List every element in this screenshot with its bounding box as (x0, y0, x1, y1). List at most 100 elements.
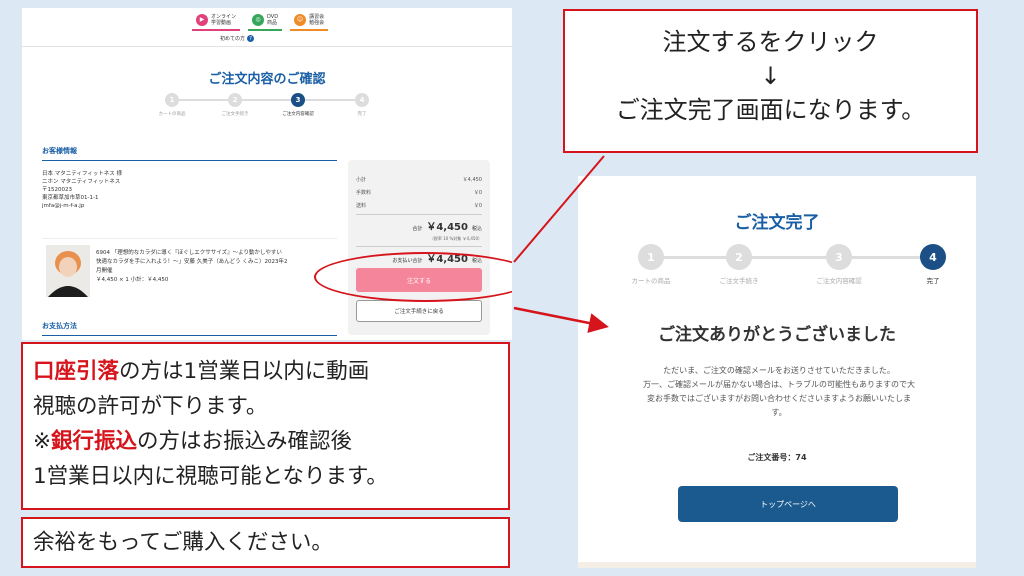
callout-line: ※銀行振込の方はお振込み確認後 (33, 424, 500, 459)
step-number: 2 (228, 93, 242, 107)
progress-track (646, 256, 936, 259)
down-arrow-glyph: ↓ (760, 62, 781, 90)
callout-text: の方は1営業日以内に動画 (119, 359, 370, 384)
nav-online-videos[interactable]: ▶ オンライン 学習動画 (192, 12, 241, 31)
message-line: す。 (771, 408, 787, 417)
highlight-ellipse (314, 252, 512, 302)
fee-value: ￥0 (473, 190, 482, 196)
total-label: 合計 (412, 226, 423, 232)
step-number: 3 (826, 244, 852, 270)
step-label: ご注文手続き (221, 112, 249, 117)
divider (356, 246, 482, 247)
message-line: ただいま、ご注文の確認メールをお送りさせていただきました。 (663, 366, 895, 375)
callout-line: 視聴の許可が下ります。 (33, 394, 268, 419)
order-complete-panel: ご注文完了 1 カートの商品 2 ご注文手続き 3 ご注文内容確認 4 完了 ご注文あり… (578, 176, 976, 568)
divider (22, 46, 512, 47)
page-title: ご注文完了 (734, 213, 820, 233)
customer-kana: ニホン マタニティフィットネス (42, 179, 121, 185)
nav-seminar[interactable]: ☺ 講習会 勉強会 (290, 12, 329, 31)
confirmation-message: ただいま、ご注文の確認メールをお送りさせていただきました。 万一、ご確認メールが… (606, 364, 952, 420)
step-number: 4 (920, 244, 946, 270)
step-label: カートの商品 (158, 112, 186, 117)
nav-label: 学習動画 (211, 20, 232, 26)
order-summary: 小計 ￥4,450 手数料 ￥0 送料 ￥0 合計 ￥4,450 税込 （税率 10 %対… (348, 160, 490, 335)
shipping-value: ￥0 (473, 203, 482, 209)
shipping-label: 送料 (356, 203, 367, 209)
step-number: 3 (291, 93, 305, 107)
step-label: カートの商品 (631, 277, 671, 285)
customer-address: 東京都草加市草01-1-1 (42, 195, 99, 201)
customer-section-title: お客様情報 (42, 146, 337, 161)
divider (356, 214, 482, 215)
product-item: 6904 「理想的なカラダに導く『ほぐしエクササイズ』～より動かしやすい 快適な… (42, 238, 337, 300)
order-number: ご注文番号：74 (747, 453, 807, 462)
tax-in-label: 税込 (471, 226, 482, 232)
callout-buy-early: 余裕をもってご購入ください。 (21, 517, 510, 568)
step-complete: 4 完了 (332, 93, 392, 117)
question-icon: ? (247, 35, 255, 42)
fee-row: 手数料 ￥0 (356, 189, 482, 196)
highlight-bank-transfer: 銀行振込 (51, 429, 138, 454)
product-line: 快適なカラダを手に入れよう！～」安藤 久美子（あんどう くみこ）2023年2 (96, 259, 288, 265)
top-nav: ▶ オンライン 学習動画 ◎ DVD 商品 ☺ 講習会 勉強会 (192, 12, 329, 31)
step-number: 1 (165, 93, 179, 107)
step-label: 完了 (926, 277, 940, 285)
step-confirm: 3 ご注文内容確認 (268, 93, 328, 117)
customer-email: jmfa@j-m-f-a.jp (42, 203, 85, 209)
customer-info: 日本 マタニティフィットネス 様 ニホン マタニティフィットネス 〒152002… (42, 170, 122, 210)
callout-text: の方はお振込み確認後 (137, 429, 353, 454)
message-line: 万一、ご確認メールが届かない場合は、トラブルの可能性もありますので大 (643, 380, 915, 389)
product-description: 6904 「理想的なカラダに導く『ほぐしエクササイズ』～より動かしやすい 快適な… (96, 249, 336, 285)
callout-click-order: 注文するをクリック ↓ ご注文完了画面になります。 (563, 9, 978, 153)
step-label: 完了 (357, 112, 367, 117)
message-line: 変お手数ではございますがお問い合わせくださいますようお願いいたしま (647, 394, 911, 403)
step-number: 1 (638, 244, 664, 270)
tax-note: （税率 10 %対象 ￥4,450） (429, 236, 482, 241)
step-label: ご注文内容確認 (816, 277, 862, 285)
total-row: 合計 ￥4,450 税込 (412, 218, 482, 233)
people-icon: ☺ (294, 14, 307, 26)
step-label: ご注文内容確認 (282, 112, 314, 117)
disc-icon: ◎ (252, 14, 265, 26)
callout-payment-timing: 口座引落の方は1営業日以内に動画 視聴の許可が下ります。 ※銀行振込の方はお振込… (21, 342, 510, 510)
nav-label: 商品 (267, 20, 278, 26)
payment-section-title: お支払方法 (42, 321, 337, 336)
product-price: ￥4,450 × 1 小計：￥4,450 (96, 277, 169, 283)
step-number: 4 (355, 93, 369, 107)
callout-line: 口座引落の方は1営業日以内に動画 (33, 354, 500, 389)
product-thumbnail (46, 245, 90, 297)
step-procedure: 2 ご注文手続き (205, 93, 265, 117)
progress-steps: 1 カートの商品 2 ご注文手続き 3 ご注文内容確認 4 完了 (142, 93, 392, 133)
fee-label: 手数料 (356, 190, 372, 196)
top-page-button[interactable]: トップページへ (678, 486, 898, 522)
subtotal-label: 小計 (356, 177, 367, 183)
step-complete: 4 完了 (898, 244, 968, 285)
product-line: 6904 「理想的なカラダに導く『ほぐしエクササイズ』～より動かしやすい (96, 250, 282, 256)
customer-zip: 〒1520023 (42, 187, 72, 193)
step-confirm: 3 ご注文内容確認 (804, 244, 874, 285)
step-cart: 1 カートの商品 (616, 244, 686, 285)
subtotal-row: 小計 ￥4,450 (356, 176, 482, 183)
beginner-link[interactable]: 初めての方 ? (220, 35, 255, 42)
product-line: 月開催 (96, 268, 113, 274)
nav-dvd[interactable]: ◎ DVD 商品 (248, 12, 283, 31)
total-value: ￥4,450 (426, 222, 468, 233)
nav-label: 勉強会 (309, 20, 325, 26)
step-label: ご注文手続き (719, 277, 759, 285)
order-confirm-panel: ▶ オンライン 学習動画 ◎ DVD 商品 ☺ 講習会 勉強会 初めての方 ? ご注文… (22, 8, 512, 340)
play-icon: ▶ (196, 14, 208, 26)
step-number: 2 (726, 244, 752, 270)
callout-line: ご注文完了画面になります。 (615, 96, 926, 124)
callout-line: 注文するをクリック (662, 28, 879, 56)
step-procedure: 2 ご注文手続き (704, 244, 774, 285)
thanks-heading: ご注文ありがとうございました (658, 325, 896, 345)
step-cart: 1 カートの商品 (142, 93, 202, 117)
callout-line: 1営業日以内に視聴可能となります。 (33, 464, 388, 489)
subtotal-value: ￥4,450 (462, 177, 482, 183)
callout-text: ※ (33, 429, 52, 454)
back-to-procedure-button[interactable]: ご注文手続きに戻る (356, 300, 482, 322)
beginner-label: 初めての方 (220, 36, 246, 42)
customer-name: 日本 マタニティフィットネス 様 (42, 171, 123, 177)
progress-steps: 1 カートの商品 2 ご注文手続き 3 ご注文内容確認 4 完了 (616, 244, 956, 288)
highlight-bank-debit: 口座引落 (33, 359, 120, 384)
